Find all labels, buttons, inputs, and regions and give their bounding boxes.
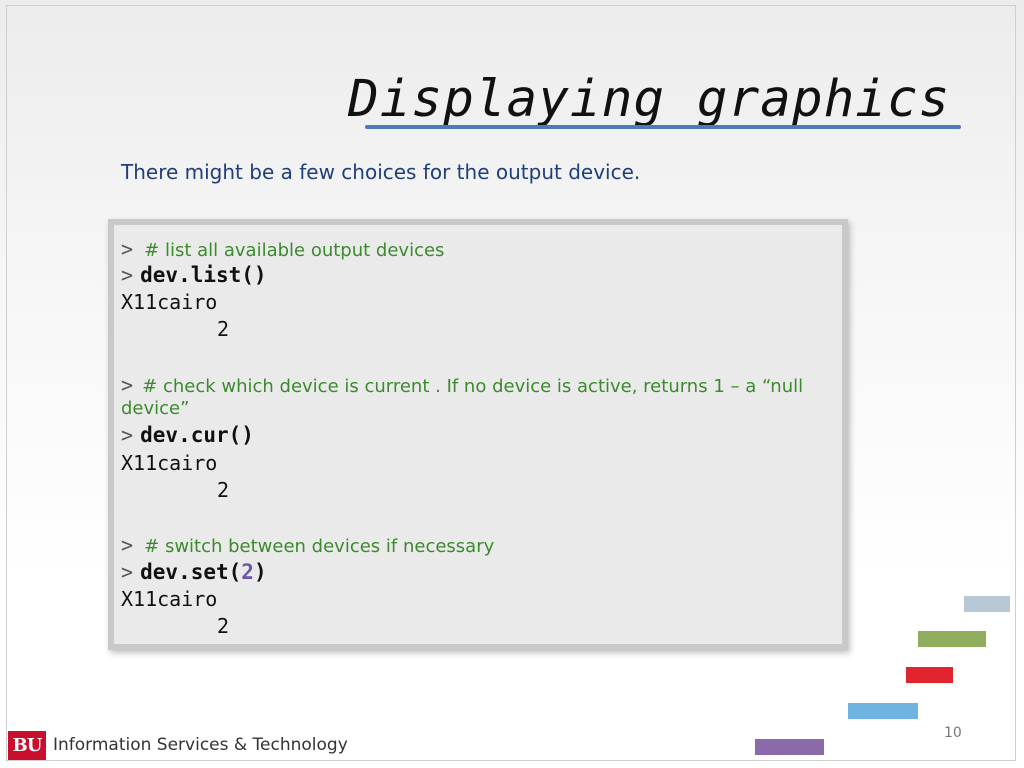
decorative-bar [848,703,918,719]
bu-logo: BU [8,731,46,760]
code-block: > # list all available output devices > … [108,219,848,650]
code-output-name: X11cairo [121,587,218,611]
page-number: 10 [944,725,962,741]
code-comment-continuation: device” [121,398,190,419]
slide-title: Displaying graphics [348,70,951,129]
code-line-comment: > # check which device is current . If n… [121,373,803,397]
code-command: dev.set(2) [140,560,266,584]
prompt-symbol: > [121,533,134,557]
code-comment: # switch between devices if necessary [144,536,495,557]
code-command: dev.list() [140,263,267,287]
slide-subtitle: There might be a few choices for the out… [121,160,641,184]
command-argument: 2 [241,560,254,584]
prompt-symbol: > [121,423,134,447]
decorative-bar [918,631,986,647]
prompt-symbol: > [121,373,134,397]
code-output-value: 2 [217,317,230,341]
decorative-bar [906,667,953,683]
code-line-command: > dev.list() [121,263,267,287]
command-close: ) [253,560,267,584]
code-line-command: > dev.set(2) [121,560,267,584]
code-line-comment: > # switch between devices if necessary [121,533,494,557]
decorative-bar [755,739,824,755]
code-comment: # check which device is current . If no … [142,376,804,397]
code-output-name: X11cairo [121,290,218,314]
title-underline [365,125,961,129]
code-line-comment: > # list all available output devices [121,237,444,261]
code-command: dev.cur() [140,423,254,447]
code-output-value: 2 [217,478,230,502]
code-output-name: X11cairo [121,451,218,475]
code-output-value: 2 [217,614,230,638]
prompt-symbol: > [121,237,134,261]
code-comment: # list all available output devices [144,240,445,261]
code-line-command: > dev.cur() [121,423,254,447]
footer-org-name: Information Services & Technology [53,735,348,755]
decorative-bar [964,596,1010,612]
prompt-symbol: > [121,560,134,584]
prompt-symbol: > [121,263,134,287]
command-name: dev.set( [140,560,242,584]
